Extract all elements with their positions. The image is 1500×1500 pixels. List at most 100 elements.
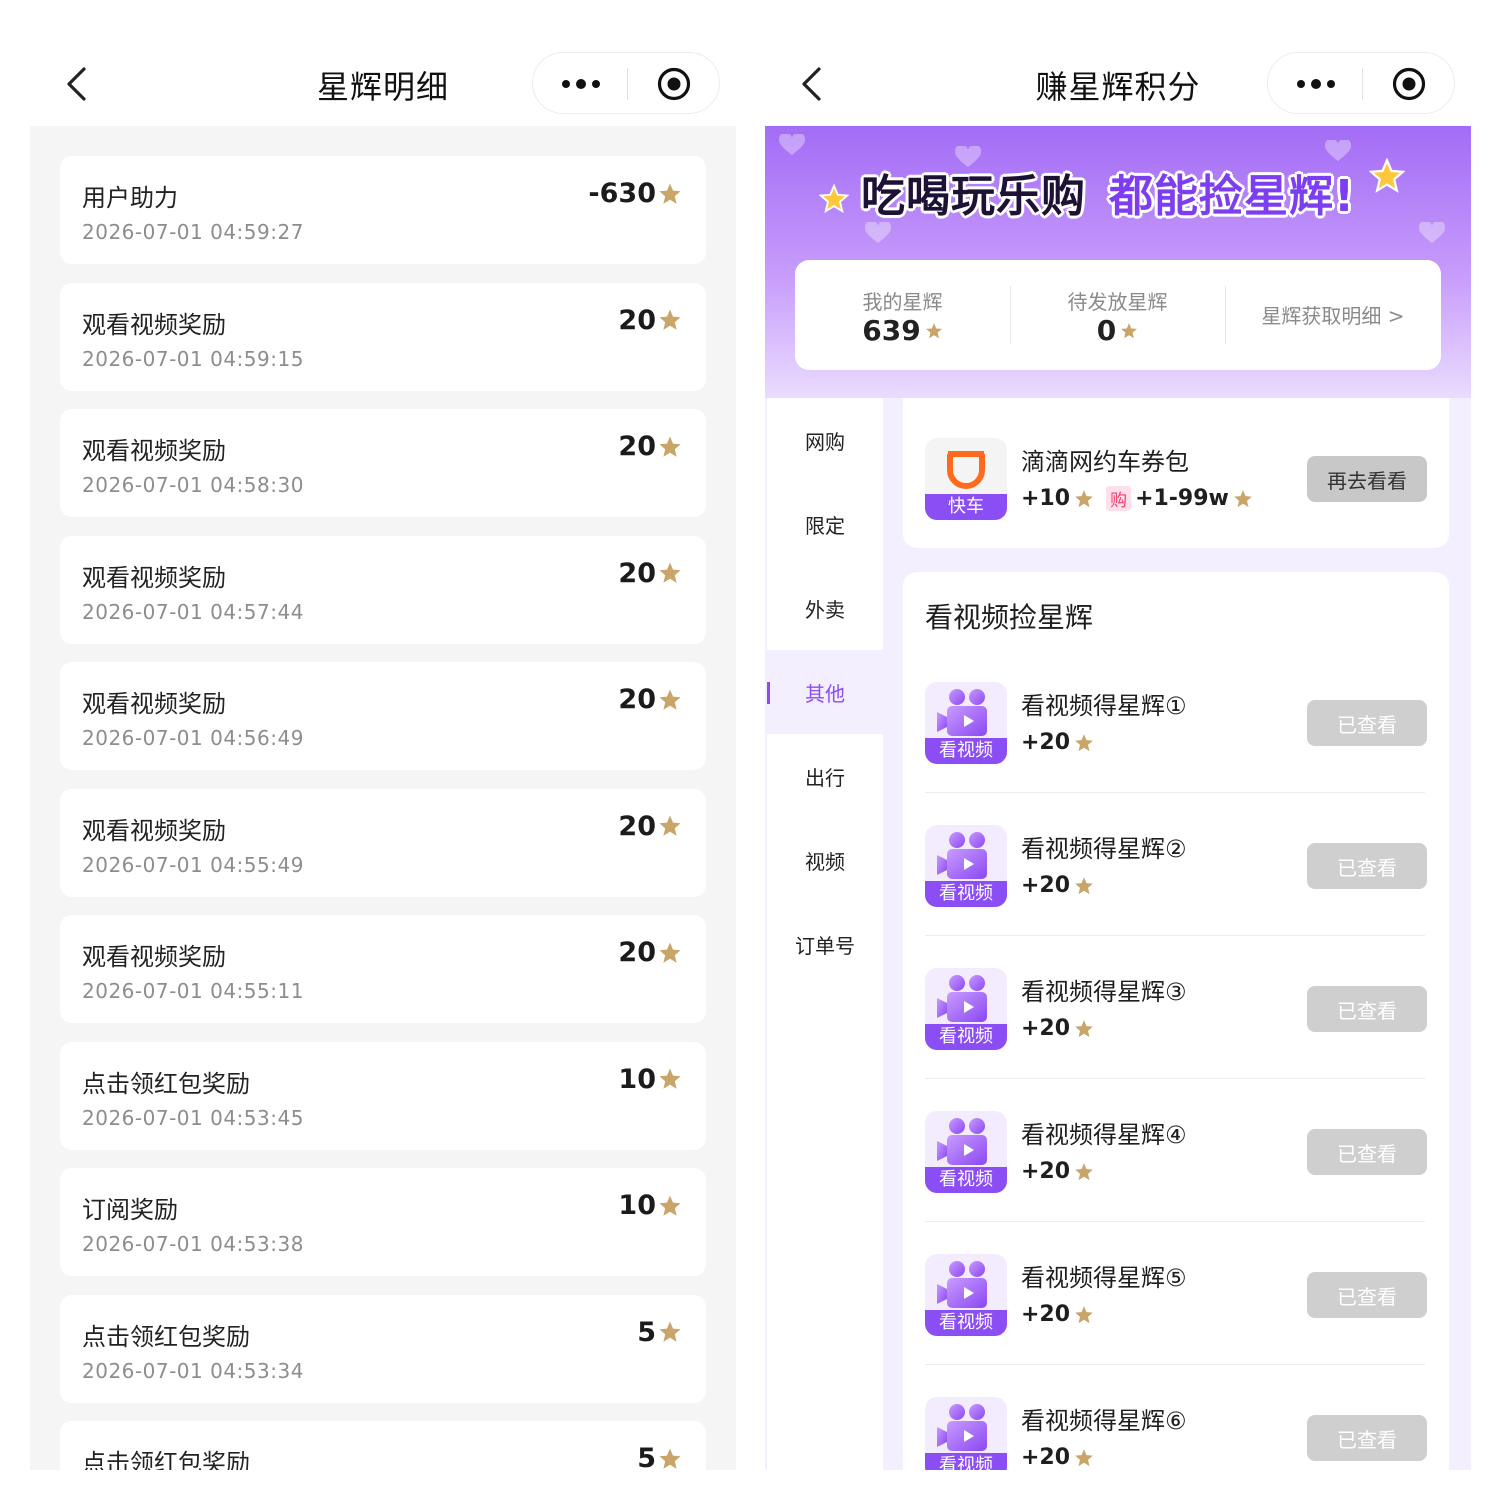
sidebar-item-label: 订单号 [795,933,855,958]
viewed-button[interactable]: 已查看 [1307,1415,1427,1461]
earn-stars-screen: 赚星辉积分 吃喝玩乐购 都能捡星辉! 我的星辉 639 待发放星辉 0 星辉获取… [765,0,1471,1470]
video-task-name: 看视频得星辉③ [1021,978,1187,1006]
record-amount-value: 20 [618,684,656,715]
video-icon-label: 看视频 [925,1024,1007,1050]
star-icon [658,308,682,332]
star-icon [1074,1448,1094,1468]
sidebar-item[interactable]: 视频 [767,818,883,902]
video-task-row: 看视频 看视频得星辉② +20 已查看 [903,825,1449,968]
record-amount-value: 20 [618,304,656,336]
record-amount-value: 5 [637,1316,656,1348]
star-icon [658,182,682,206]
row-divider [925,935,1425,936]
video-task-name: 看视频得星辉① [1021,692,1187,720]
star-icon [658,1067,682,1091]
star-detail-screen: 星辉明细 用户助力 2026-07-01 04:59:27 -630 观看视频奖励 20… [30,0,736,1470]
sidebar-item-label: 外卖 [805,597,845,622]
video-task-name: 看视频得星辉⑤ [1021,1264,1187,1292]
video-task-icon: 看视频 [925,682,1007,764]
record-title: 观看视频奖励 [82,943,226,971]
star-icon [658,1320,682,1344]
star-icon [1074,1162,1094,1182]
record-amount-value: 5 [637,1443,656,1470]
shopping-tag: 购 [1106,486,1132,511]
sidebar-item[interactable]: 订单号 [767,902,883,986]
didi-icon-label: 快车 [925,494,1007,520]
sidebar-item[interactable]: 限定 [767,482,883,566]
star-icon [658,561,682,585]
viewed-button[interactable]: 已查看 [1307,843,1427,889]
record-item: 观看视频奖励 2026-07-01 04:58:30 20 [60,409,706,517]
star-icon [1074,733,1094,753]
record-title: 观看视频奖励 [82,816,226,845]
revisit-button[interactable]: 再去看看 [1307,456,1427,502]
viewed-button[interactable]: 已查看 [1307,1272,1427,1318]
video-reward-value: +20 [1021,1016,1071,1041]
video-icon-label: 看视频 [925,1167,1007,1193]
video-task-row: 看视频 看视频得星辉③ +20 已查看 [903,968,1449,1111]
capsule-divider [627,68,628,100]
more-dots-icon[interactable] [1296,79,1336,89]
record-time: 2026-07-01 04:59:27 [82,220,304,244]
viewed-button[interactable]: 已查看 [1307,1129,1427,1175]
featured-task-name: 滴滴网约车券包 [1021,448,1189,476]
row-divider [925,1364,1425,1365]
record-list: 用户助力 2026-07-01 04:59:27 -630 观看视频奖励 2026-07… [30,126,736,1470]
active-indicator [767,682,770,704]
pending-stars-number: 0 [1096,314,1117,347]
nav-bar: 星辉明细 [30,0,736,126]
featured-reward-range: +1-99w [1135,486,1229,511]
row-divider [925,1078,1425,1079]
record-item: 观看视频奖励 2026-07-01 04:55:49 20 [60,788,706,897]
sidebar-item-label: 出行 [805,765,845,790]
more-dots-icon[interactable] [561,79,601,89]
record-title: 点击领红包奖励 [82,1069,250,1098]
video-reward-value: +20 [1021,730,1071,755]
heart-decoration-icon [1419,222,1445,243]
star-icon [658,1194,682,1218]
record-amount: 10 [618,1064,682,1095]
row-divider [925,792,1425,793]
video-reward-value: +20 [1021,1445,1071,1470]
my-stars-value: 639 [795,314,1010,347]
video-task-reward: +20 [1021,1016,1094,1041]
video-task-reward: +20 [1021,1159,1094,1184]
video-icon-label: 看视频 [925,738,1007,764]
video-icon-label: 看视频 [925,1453,1007,1470]
record-amount-value: 10 [618,1063,656,1095]
video-task-icon: 看视频 [925,968,1007,1050]
close-target-icon[interactable] [657,67,691,101]
record-item: 点击领红包奖励 2026-07-01 04:53:45 10 [60,1041,706,1150]
record-time: 2026-07-01 04:59:15 [82,346,304,371]
sidebar-item[interactable]: 出行 [767,734,883,818]
record-time: 2026-07-01 04:53:45 [82,1105,304,1130]
video-task-reward: +20 [1021,873,1094,898]
pending-stars-value: 0 [1010,314,1225,347]
pending-stars-stat: 待发放星辉 0 [1010,260,1225,370]
mini-program-capsule [1267,52,1455,114]
sidebar-item[interactable]: 网购 [767,398,883,482]
close-target-icon[interactable] [1392,67,1426,101]
record-amount-value: 20 [618,431,656,462]
sidebar-item[interactable]: 外卖 [767,566,883,650]
star-icon [1120,322,1138,340]
stars-summary-card: 我的星辉 639 待发放星辉 0 星辉获取明细 > [795,260,1441,370]
viewed-button[interactable]: 已查看 [1307,700,1427,746]
stars-detail-link[interactable]: 星辉获取明细 > [1225,300,1441,329]
sidebar-item-label: 视频 [805,849,845,874]
record-title: 观看视频奖励 [82,437,226,465]
star-icon [658,941,682,965]
star-icon [1074,1019,1094,1039]
viewed-button[interactable]: 已查看 [1307,986,1427,1032]
record-item: 观看视频奖励 2026-07-01 04:59:15 20 [60,282,706,391]
sidebar-background [767,986,883,1470]
record-amount-value: 20 [618,937,656,968]
video-icon-label: 看视频 [925,1310,1007,1336]
video-icon-label: 看视频 [925,881,1007,907]
record-item: 点击领红包奖励 5 [60,1421,706,1470]
video-task-name: 看视频得星辉⑥ [1021,1407,1187,1435]
section-title: 看视频捡星辉 [925,601,1094,634]
sidebar-item[interactable]: 其他 [767,650,883,734]
record-item: 观看视频奖励 2026-07-01 04:56:49 20 [60,662,706,770]
record-time: 2026-07-01 04:53:38 [82,1232,304,1256]
